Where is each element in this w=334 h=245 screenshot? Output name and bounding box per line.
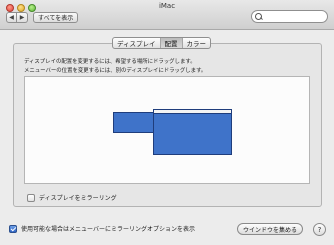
menu-bar-indicator[interactable] bbox=[154, 110, 231, 114]
show-mirroring-menu-label: 使用可能な場合はメニューバーにミラーリングオプションを表示 bbox=[21, 226, 195, 233]
forward-button[interactable]: ▶ bbox=[17, 12, 28, 23]
mirror-displays-option[interactable]: ディスプレイをミラーリング bbox=[27, 193, 117, 202]
tab-color[interactable]: カラー bbox=[183, 38, 210, 48]
secondary-display[interactable] bbox=[113, 112, 154, 133]
tab-arrangement[interactable]: 配置 bbox=[160, 38, 183, 48]
menubar-instruction: メニューバーの位置を変更するには、別のディスプレイにドラッグします。 bbox=[24, 68, 207, 74]
arrangement-instruction: ディスプレイの配置を変更するには、希望する場所にドラッグします。 bbox=[24, 59, 196, 65]
window-title: iMac bbox=[158, 2, 176, 10]
display-arrangement-area[interactable] bbox=[24, 76, 310, 184]
tab-bar: ディスプレイ 配置 カラー bbox=[112, 37, 212, 49]
chevron-left-icon: ◀ bbox=[9, 14, 14, 21]
search-input[interactable] bbox=[265, 13, 325, 20]
search-field[interactable] bbox=[251, 10, 328, 23]
show-all-button[interactable]: すべてを表示 bbox=[33, 12, 79, 23]
chevron-right-icon: ▶ bbox=[19, 14, 25, 21]
main-display[interactable] bbox=[153, 109, 232, 155]
show-mirroring-menu-option[interactable]: 使用可能な場合はメニューバーにミラーリングオプションを表示 bbox=[9, 224, 195, 233]
tab-display[interactable]: ディスプレイ bbox=[113, 38, 161, 48]
system-preferences-window: iMac ◀ ▶ すべてを表示 ディスプレイ 配置 カラー ディスプレイの配置を… bbox=[0, 0, 334, 245]
search-icon bbox=[255, 12, 263, 21]
mirror-displays-label: ディスプレイをミラーリング bbox=[39, 195, 117, 202]
back-button[interactable]: ◀ bbox=[6, 12, 17, 23]
help-button[interactable]: ? bbox=[313, 223, 326, 236]
show-mirroring-menu-checkbox[interactable] bbox=[9, 224, 17, 233]
gather-windows-button[interactable]: ウインドウを集める bbox=[237, 223, 304, 235]
title-bar: iMac ◀ ▶ すべてを表示 bbox=[0, 0, 334, 30]
mirror-displays-checkbox[interactable] bbox=[27, 193, 35, 202]
